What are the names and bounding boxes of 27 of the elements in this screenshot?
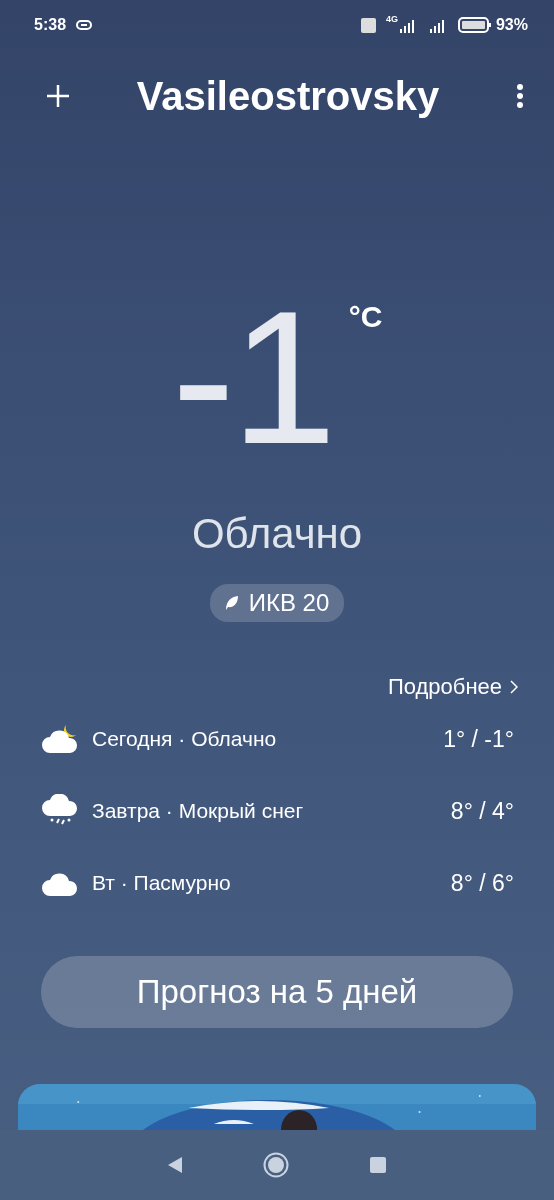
leaf-icon	[224, 595, 239, 611]
chevron-right-icon	[510, 680, 518, 694]
network-label: 4G	[385, 14, 398, 24]
back-icon[interactable]	[167, 1156, 183, 1174]
forecast-day: Вт · Пасмурно	[92, 871, 451, 895]
forecast-temps: 8° / 4°	[450, 797, 514, 825]
weather-condition: Облачно	[190, 510, 364, 558]
home-icon[interactable]	[263, 1152, 289, 1178]
aqi-badge[interactable]: ИКВ 20	[209, 584, 345, 622]
forecast-temps: 1° / -1°	[443, 725, 514, 753]
link-icon	[76, 20, 93, 30]
add-icon[interactable]	[46, 84, 70, 108]
status-time: 5:38	[34, 16, 67, 34]
volte-icon	[360, 17, 376, 33]
forecast-day: Сегодня · Облачно	[92, 727, 444, 751]
forecast-day: Завтра · Мокрый снег	[92, 799, 451, 823]
more-menu-icon[interactable]	[516, 83, 524, 109]
temperature-unit: °C	[348, 300, 383, 334]
recents-icon[interactable]	[369, 1156, 387, 1174]
location-title: Vasileostrovsky	[135, 73, 441, 119]
battery-icon	[457, 17, 492, 33]
aqi-value: ИКВ 20	[248, 589, 330, 617]
temperature: -1	[171, 302, 333, 452]
forecast-button[interactable]: Прогноз на 5 дней	[41, 956, 513, 1028]
details-link[interactable]: Подробнее	[387, 674, 518, 700]
battery-percent: 93%	[495, 16, 528, 34]
forecast-temps: 8° / 6°	[450, 869, 514, 897]
